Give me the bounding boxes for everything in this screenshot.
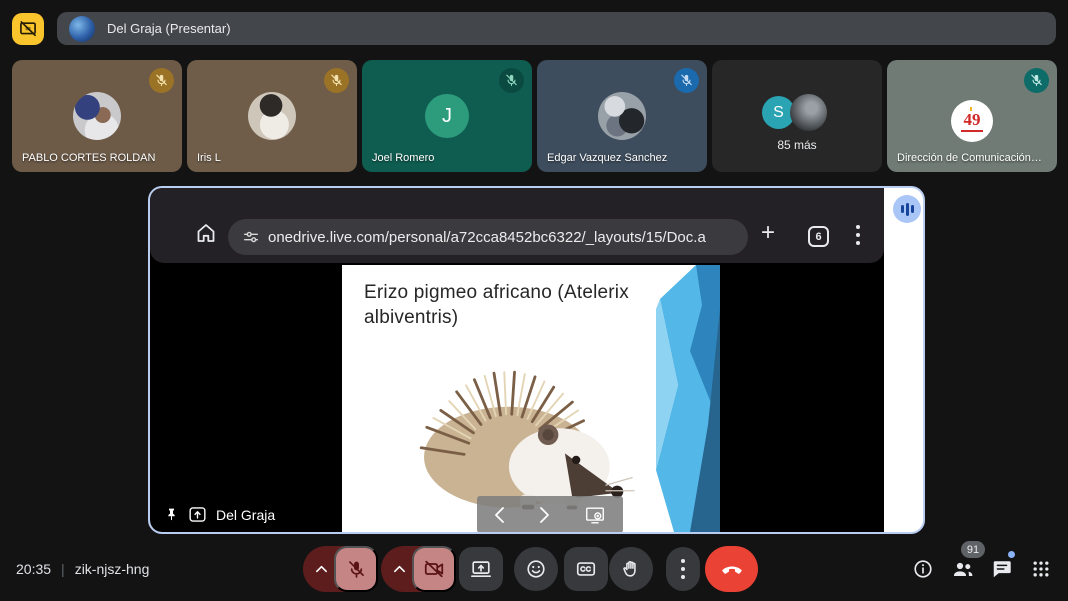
mic-off-badge: [149, 68, 174, 93]
meeting-code: zik-njsz-hng: [75, 561, 150, 577]
mic-off-badge: [674, 68, 699, 93]
mic-mute-button[interactable]: [334, 546, 378, 592]
browser-menu-icon[interactable]: [856, 225, 860, 245]
mic-off-badge: [499, 68, 524, 93]
participant-tile-edgar[interactable]: Edgar Vazquez Sanchez: [537, 60, 707, 172]
mic-off-badge: [324, 68, 349, 93]
activities-button[interactable]: [1027, 555, 1055, 583]
participant-name: Joel Romero: [372, 152, 434, 164]
site-settings-icon[interactable]: [242, 228, 260, 246]
meeting-info: 20:35 | zik-njsz-hng: [16, 546, 149, 592]
logo-underline: [961, 130, 983, 132]
info-divider: |: [61, 561, 65, 577]
participant-tile-joel[interactable]: J Joel Romero: [362, 60, 532, 172]
more-participants-label: 85 más: [712, 138, 882, 152]
avatar-logo: 49: [951, 100, 993, 142]
mic-off-icon: [346, 559, 367, 580]
presentation-slide: Erizo pigmeo africano (Atelerix albivent…: [342, 265, 720, 532]
participant-tile-pablo[interactable]: PABLO CORTES ROLDAN: [12, 60, 182, 172]
zoom-screen-icon[interactable]: [584, 504, 606, 526]
presentation-off-icon: [18, 19, 38, 39]
clock-time: 20:35: [16, 561, 51, 577]
participant-name: PABLO CORTES ROLDAN: [22, 152, 155, 164]
meeting-details-button[interactable]: [909, 555, 937, 583]
camera-off-button[interactable]: [412, 546, 456, 592]
raised-hand-icon: [620, 558, 642, 580]
chevron-up-icon: [393, 565, 406, 573]
chevron-up-icon: [315, 565, 328, 573]
present-screen-button[interactable]: [459, 547, 503, 591]
presenter-label: Del Graja: [164, 506, 275, 523]
slide-decoration-shapes: [656, 265, 720, 532]
overflow-participants-tile[interactable]: S 85 más: [712, 60, 882, 172]
slide-title: Erizo pigmeo africano (Atelerix albivent…: [364, 281, 654, 330]
show-participants-button[interactable]: [949, 555, 977, 583]
captions-button[interactable]: [564, 547, 608, 591]
present-screen-icon: [470, 558, 492, 580]
slide-navigation-overlay: [477, 496, 623, 532]
call-end-icon: [720, 557, 744, 581]
address-bar[interactable]: onedrive.live.com/personal/a72cca8452bc6…: [228, 219, 748, 255]
audio-activity-indicator: [893, 195, 921, 223]
send-reaction-button[interactable]: [514, 547, 558, 591]
shared-screen-content: onedrive.live.com/personal/a72cca8452bc6…: [150, 188, 884, 532]
presenter-avatar: [69, 16, 95, 42]
presentation-paused-button[interactable]: [12, 13, 44, 45]
avatar: [790, 94, 827, 131]
participant-name: Iris L: [197, 152, 221, 164]
chat-button[interactable]: [988, 555, 1016, 583]
presenter-banner-label: Del Graja (Presentar): [107, 21, 231, 36]
home-icon[interactable]: [194, 221, 218, 245]
stacked-avatars: S: [762, 94, 832, 132]
new-tab-icon[interactable]: +: [761, 221, 775, 245]
participant-count-badge: 91: [961, 541, 985, 558]
closed-captions-icon: [575, 558, 597, 580]
logo-49-text: 49: [964, 111, 981, 128]
participant-tile-iris[interactable]: Iris L: [187, 60, 357, 172]
raise-hand-button[interactable]: [609, 547, 653, 591]
google-meet-window: Del Graja (Presentar) PABLO CORTES ROLDA…: [0, 0, 1068, 601]
avatar-initial: J: [425, 94, 469, 138]
browser-toolbar: onedrive.live.com/personal/a72cca8452bc6…: [150, 188, 884, 263]
presenting-frame-icon: [188, 506, 207, 523]
pin-icon[interactable]: [164, 507, 179, 522]
participant-tile-direccion[interactable]: 49 Dirección de Comunicación…: [887, 60, 1057, 172]
leave-call-button[interactable]: [705, 546, 758, 592]
avatar: [598, 92, 646, 140]
avatar: [73, 92, 121, 140]
chat-notification-dot: [1008, 551, 1015, 558]
tab-counter[interactable]: 6: [808, 226, 829, 247]
camera-off-icon: [423, 558, 445, 580]
presenter-banner[interactable]: Del Graja (Presentar): [57, 12, 1056, 45]
previous-slide-button[interactable]: [494, 506, 505, 524]
screenshare-tile[interactable]: onedrive.live.com/personal/a72cca8452bc6…: [148, 186, 925, 534]
next-slide-button[interactable]: [539, 506, 550, 524]
more-options-icon: [681, 559, 685, 579]
url-text: onedrive.live.com/personal/a72cca8452bc6…: [268, 229, 706, 246]
mic-off-badge: [1024, 68, 1049, 93]
participant-name: Edgar Vazquez Sanchez: [547, 152, 667, 164]
avatar: [248, 92, 296, 140]
participant-name: Dirección de Comunicación…: [897, 152, 1042, 164]
presenter-name: Del Graja: [216, 507, 275, 523]
more-options-button[interactable]: [666, 547, 700, 591]
emoji-smile-icon: [525, 558, 547, 580]
